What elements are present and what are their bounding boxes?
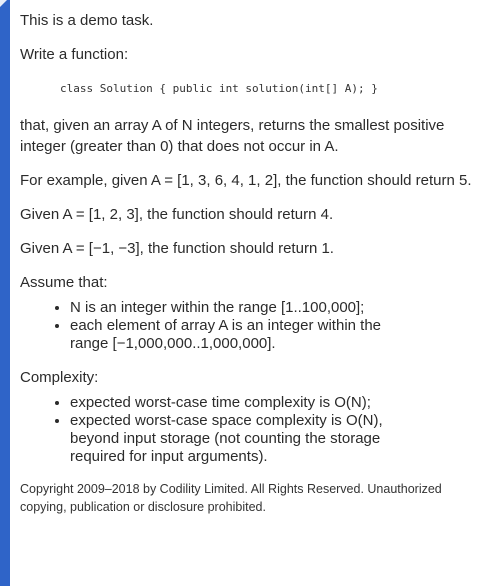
- task-description: This is a demo task. Write a function: c…: [20, 10, 484, 516]
- complexity-list: expected worst-case time complexity is O…: [20, 394, 484, 466]
- copyright-notice: Copyright 2009–2018 by Codility Limited.…: [20, 482, 442, 514]
- intro-text: This is a demo task.: [20, 12, 154, 29]
- complexity-item: expected worst-case space complexity is …: [70, 412, 484, 466]
- corner-fold-icon: [0, 0, 7, 7]
- assumption-item: each element of array A is an integer wi…: [70, 317, 484, 353]
- function-signature: class Solution { public int solution(int…: [60, 82, 378, 95]
- assumptions-list: N is an integer within the range [1..100…: [20, 299, 484, 353]
- complexity-item: expected worst-case time complexity is O…: [70, 394, 484, 412]
- task-statement: that, given an array A of N integers, re…: [20, 117, 445, 155]
- example-3: Given A = [−1, −3], the function should …: [20, 240, 334, 257]
- assumption-item: N is an integer within the range [1..100…: [70, 299, 484, 317]
- assume-heading: Assume that:: [20, 274, 108, 291]
- write-function-text: Write a function:: [20, 46, 129, 63]
- example-2: Given A = [1, 2, 3], the function should…: [20, 206, 334, 223]
- complexity-heading: Complexity:: [20, 369, 99, 386]
- left-accent-bar: [0, 0, 10, 586]
- example-1: For example, given A = [1, 3, 6, 4, 1, 2…: [20, 172, 472, 189]
